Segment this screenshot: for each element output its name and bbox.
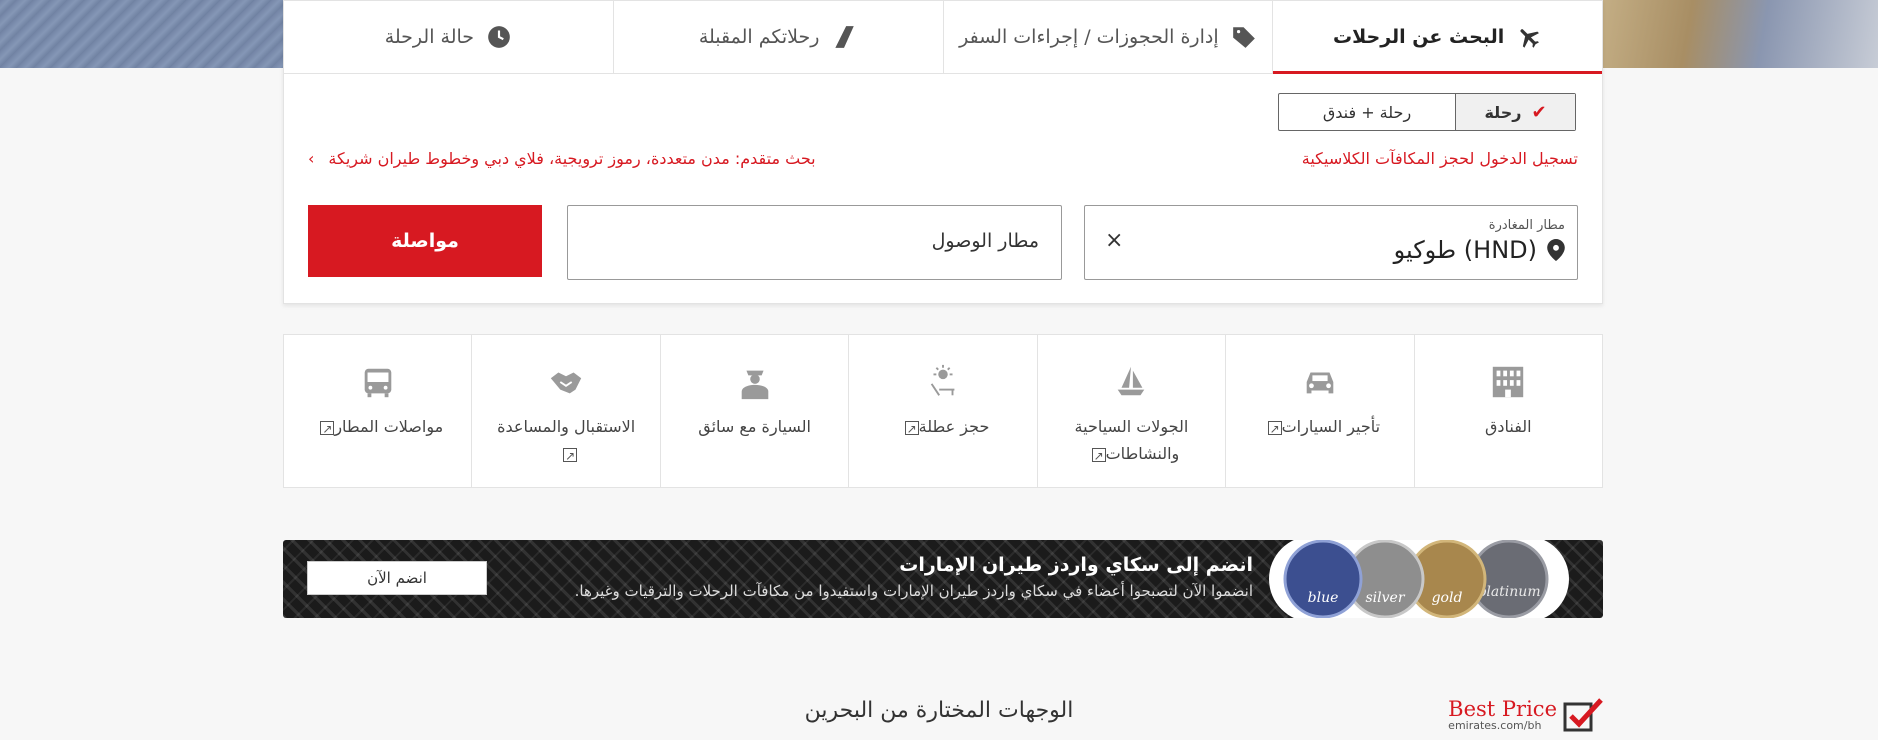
arrival-airport-field[interactable]: مطار الوصول <box>567 205 1062 280</box>
external-link-icon <box>904 416 919 443</box>
trip-type-toggle: ✔ رحلة رحلة + فندق <box>1278 93 1576 131</box>
external-link-icon <box>1267 416 1282 443</box>
continue-button[interactable]: مواصلة <box>308 205 542 277</box>
classic-rewards-link[interactable]: تسجيل الدخول لحجز المكافآت الكلاسيكية <box>1302 149 1578 168</box>
tab-label: حالة الرحلة <box>384 26 475 48</box>
service-label: السيارة مع سائق <box>698 417 811 436</box>
service-meet-assist[interactable]: الاستقبال والمساعدة <box>471 335 659 487</box>
best-price-text-block: Best Price emirates.com/bh <box>1448 696 1557 732</box>
best-price-badge[interactable]: Best Price emirates.com/bh <box>1448 698 1603 732</box>
service-car-rental[interactable]: تأجير السيارات <box>1225 335 1413 487</box>
departure-label: مطار المغادرة <box>1488 218 1565 233</box>
advanced-search-link[interactable]: بحث متقدم: مدن متعددة، رموز ترويجية، فلا… <box>308 149 816 168</box>
departure-airport-field[interactable]: مطار المغادرة طوكيو (HND) × <box>1084 205 1578 280</box>
hero-image-left <box>0 0 284 68</box>
external-link-icon <box>563 443 578 470</box>
boarding-pass-icon <box>835 26 855 48</box>
tab-bar: البحث عن الرحلات إدارة الحجوزات / إجراءا… <box>284 1 1602 74</box>
tab-label: البحث عن الرحلات <box>1333 26 1505 48</box>
check-icon: ✔ <box>1531 101 1547 123</box>
departure-value-row: طوكيو (HND) <box>1394 236 1565 264</box>
join-now-button[interactable]: انضم الآن <box>307 561 487 595</box>
chevron-left-icon: ‹ <box>308 149 315 168</box>
service-hotels[interactable]: الفنادق <box>1413 335 1602 487</box>
svg-text:platinum: platinum <box>1477 584 1540 600</box>
clear-departure-button[interactable]: × <box>1105 228 1123 253</box>
location-pin-icon <box>1547 239 1565 261</box>
service-label: الجولات السياحية والنشاطات <box>1056 413 1206 470</box>
service-label: حجز عطلة <box>868 413 1018 443</box>
service-airport-transfer[interactable]: مواصلات المطار <box>284 335 471 487</box>
clock-icon <box>488 26 510 48</box>
skywards-banner: platinum gold silver blue انضم إلى سكاي … <box>283 540 1603 618</box>
trip-type-flight[interactable]: ✔ رحلة <box>1455 94 1575 130</box>
search-card: البحث عن الرحلات إدارة الحجوزات / إجراءا… <box>283 0 1603 304</box>
tab-search-flights[interactable]: البحث عن الرحلات <box>1272 1 1602 74</box>
svg-text:gold: gold <box>1432 590 1463 606</box>
best-price-text: Best Price <box>1448 696 1557 721</box>
service-tours[interactable]: الجولات السياحية والنشاطات <box>1036 335 1225 487</box>
skywards-medals: platinum gold silver blue <box>1269 540 1569 618</box>
chauffeur-icon <box>741 370 768 400</box>
svg-text:silver: silver <box>1365 590 1405 606</box>
beach-chair-icon <box>930 364 955 396</box>
search-widget: البحث عن الرحلات إدارة الحجوزات / إجراءا… <box>283 0 1603 304</box>
plane-icon <box>1520 29 1540 48</box>
medal-blue: blue <box>1283 540 1363 618</box>
sailboat-icon <box>1118 366 1145 396</box>
arrival-placeholder: مطار الوصول <box>931 230 1039 252</box>
service-holidays[interactable]: حجز عطلة <box>848 335 1036 487</box>
trip-type-flight-hotel[interactable]: رحلة + فندق <box>1279 94 1455 130</box>
service-label: الفنادق <box>1484 417 1532 436</box>
checkbox-check-icon <box>1563 698 1603 732</box>
tab-manage-booking[interactable]: إدارة الحجوزات / إجراءات السفر <box>942 1 1273 73</box>
trip-type-flight-label: رحلة <box>1484 102 1522 122</box>
tag-icon <box>1232 27 1255 48</box>
tab-flight-status[interactable]: حالة الرحلة <box>284 1 613 73</box>
hotel-icon <box>1493 366 1524 398</box>
departure-value: طوكيو (HND) <box>1393 236 1537 264</box>
svg-text:blue: blue <box>1308 590 1339 606</box>
trip-type-flight-hotel-label: رحلة + فندق <box>1322 102 1412 122</box>
service-label: تأجير السيارات <box>1245 413 1395 443</box>
banner-subtitle: انضموا الآن لتصبحوا أعضاء في سكاي واردز … <box>574 582 1253 600</box>
best-price-url: emirates.com/bh <box>1448 718 1542 732</box>
service-label: مواصلات المطار <box>303 413 453 443</box>
external-link-icon <box>1091 443 1106 470</box>
car-icon <box>1306 372 1334 394</box>
banner-title: انضم إلى سكاي واردز طيران الإمارات <box>899 554 1253 576</box>
tab-upcoming-trips[interactable]: رحلاتكم المقبلة <box>612 1 943 73</box>
service-chauffeur[interactable]: السيارة مع سائق <box>659 335 848 487</box>
handshake-icon <box>550 372 582 394</box>
tab-label: إدارة الحجوزات / إجراءات السفر <box>959 26 1219 48</box>
tab-label: رحلاتكم المقبلة <box>698 26 820 48</box>
advanced-search-label: بحث متقدم: مدن متعددة، رموز ترويجية، فلا… <box>328 149 816 168</box>
services-bar: الفنادق تأجير السيارات الجولات السياحية … <box>283 334 1603 488</box>
bus-icon <box>364 368 392 398</box>
service-label: الاستقبال والمساعدة <box>491 413 641 470</box>
external-link-icon <box>320 416 335 443</box>
